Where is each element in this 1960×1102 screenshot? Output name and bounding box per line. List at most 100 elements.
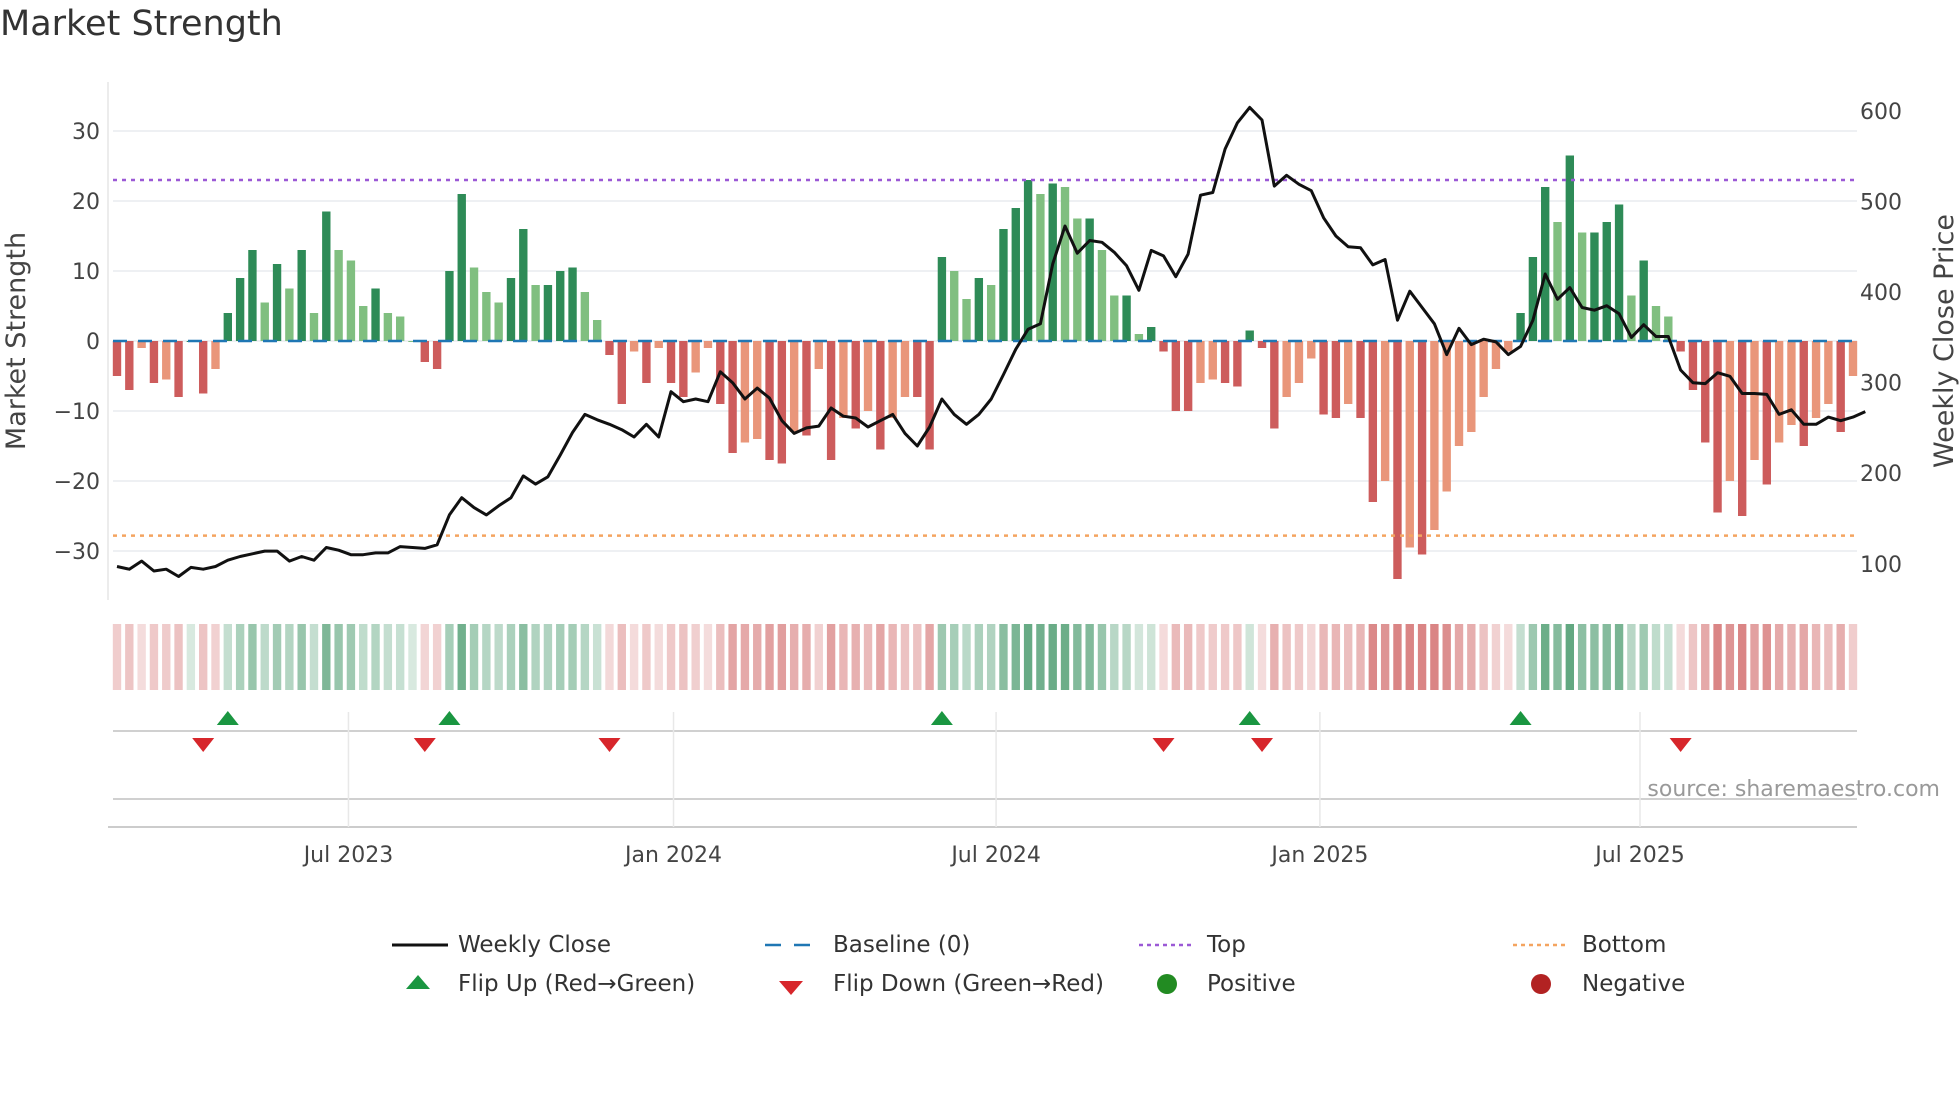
strength-bar [531, 285, 540, 341]
strength-bar [1368, 341, 1378, 502]
strength-bar [1344, 341, 1353, 404]
strip-cell [1011, 624, 1020, 690]
strip-cell [1208, 624, 1217, 690]
strength-bar [1713, 341, 1722, 513]
strip-cell [543, 624, 553, 690]
y-tick-label: −20 [54, 470, 100, 495]
strip-cell [937, 624, 947, 690]
strip-cell [1220, 624, 1230, 690]
strength-bar [642, 341, 651, 383]
strength-bar [1393, 341, 1402, 579]
strip-cell [383, 624, 393, 690]
strip-cell [986, 624, 996, 690]
strip-cell [1725, 624, 1735, 690]
y-tick-label: 10 [72, 260, 100, 285]
strip-cell [1159, 624, 1168, 690]
strip-cell [408, 624, 417, 690]
y-axis-ticks: −30 −20 −10 0 10 20 30 [54, 120, 100, 565]
strip-cell [1393, 624, 1402, 690]
legend-label: Positive [1207, 971, 1296, 997]
strip-cell [765, 624, 774, 690]
strip-cell [950, 624, 959, 690]
x-tick-label: Jan 2025 [1269, 843, 1368, 868]
strength-bar [703, 341, 713, 348]
y2-tick-label: 100 [1860, 553, 1902, 578]
strip-cell [137, 624, 146, 690]
strip-cell [851, 624, 860, 690]
strip-cell [666, 624, 676, 690]
strip-cell [863, 624, 873, 690]
strip-cell [999, 624, 1008, 690]
strength-bar [162, 341, 171, 380]
strip-cell [605, 624, 614, 690]
strength-bar [1405, 341, 1414, 548]
strength-bar [1270, 341, 1279, 429]
strip-cell [1380, 624, 1390, 690]
strip-cell [716, 624, 725, 690]
strength-bar [506, 278, 516, 341]
y-axis-label: Market Strength [1, 232, 32, 450]
strip-cell [1528, 624, 1538, 690]
strip-cell [654, 624, 663, 690]
strip-cell [1614, 624, 1624, 690]
y2-tick-label: 200 [1860, 462, 1902, 487]
strength-bar [482, 292, 491, 341]
strip-cell [802, 624, 811, 690]
strip-cell [962, 624, 971, 690]
strength-bar [728, 341, 737, 453]
strength-bar [1233, 341, 1242, 387]
strip-cell [322, 624, 331, 690]
strip-cell [272, 624, 282, 690]
strength-bar [198, 341, 208, 394]
strip-cell [223, 624, 232, 690]
strength-bar [679, 341, 688, 397]
flip-down-marker [598, 738, 621, 752]
strip-cell [753, 624, 762, 690]
strip-cell [494, 624, 503, 690]
strength-bar [1799, 341, 1808, 446]
y2-tick-label: 400 [1860, 281, 1902, 306]
strip-cell [1085, 624, 1094, 690]
strength-bar [999, 229, 1008, 341]
y-tick-label: −30 [54, 540, 100, 565]
strength-bar [1356, 341, 1365, 418]
strip-cell [1762, 624, 1772, 690]
strip-cell [1467, 624, 1476, 690]
strip-cell [1060, 624, 1070, 690]
strength-bar [974, 278, 984, 341]
strength-bar [1294, 341, 1304, 383]
strip-cell [1023, 624, 1033, 690]
source-label: source: sharemaestro.com [1647, 777, 1940, 802]
strength-bar [691, 341, 700, 373]
strip-cell [112, 624, 122, 690]
strength-bar [962, 299, 971, 341]
strip-cell [420, 624, 429, 690]
strip-cell [679, 624, 688, 690]
y2-tick-label: 300 [1860, 372, 1902, 397]
strength-bar [297, 250, 306, 341]
strip-cell [1664, 624, 1673, 690]
strength-bar [309, 313, 319, 341]
strip-cell [457, 624, 466, 690]
strength-bar [839, 341, 848, 418]
solid-line-icon [392, 943, 448, 947]
strip-cell [876, 624, 885, 690]
legend-label: Baseline (0) [833, 932, 971, 958]
legend-label: Negative [1582, 971, 1686, 997]
strength-heat-strip [112, 624, 1858, 690]
strength-bar [248, 250, 257, 341]
strength-bar [1590, 232, 1599, 341]
strength-bar [851, 341, 860, 429]
strength-bar [1110, 295, 1119, 341]
strength-bar [1577, 232, 1587, 341]
strip-cell [1282, 624, 1291, 690]
strip-cell [900, 624, 910, 690]
strength-bar [654, 341, 663, 348]
strip-cell [297, 624, 306, 690]
strength-bar [223, 313, 232, 341]
strength-bar [629, 341, 639, 352]
strength-bar [395, 316, 405, 341]
strip-cell [592, 624, 602, 690]
strength-bar [1183, 341, 1193, 411]
strip-cell [1590, 624, 1599, 690]
